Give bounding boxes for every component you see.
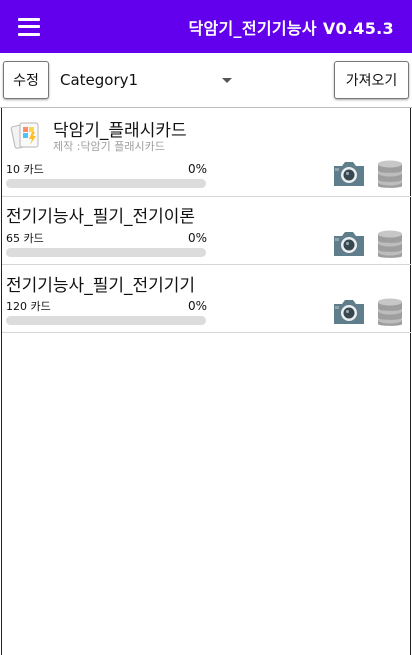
card-count: 10 카드 — [6, 163, 44, 176]
deck-author: 제작 :닥암기 플래시카드 — [53, 140, 165, 153]
deck-title: 전기기능사_필기_전기기기 — [6, 276, 196, 296]
app-bar: 닥암기_전기기능사 V0.45.3 — [0, 0, 412, 53]
progress-percent: 0% — [188, 162, 208, 176]
database-icon[interactable] — [377, 158, 403, 190]
camera-icon[interactable] — [332, 296, 366, 326]
progress-percent: 0% — [188, 299, 208, 313]
progress-percent: 0% — [188, 231, 208, 245]
edit-button[interactable]: 수정 — [3, 61, 49, 99]
deck-row[interactable]: 닥암기_플래시카드 제작 :닥암기 플래시카드 10 카드 0% — [2, 108, 411, 197]
card-count: 65 카드 — [6, 232, 44, 245]
deck-row[interactable]: 전기기능사_필기_전기기기 120 카드 0% — [2, 265, 411, 333]
database-icon[interactable] — [377, 228, 403, 260]
dropdown-arrow-icon[interactable] — [222, 78, 232, 83]
card-count: 120 카드 — [6, 300, 51, 313]
progress-bar — [6, 248, 206, 257]
database-icon[interactable] — [377, 296, 403, 328]
camera-icon[interactable] — [332, 158, 366, 188]
toolbar: 수정 Category1 가져오기 — [0, 53, 412, 108]
progress-bar — [6, 316, 206, 325]
import-button[interactable]: 가져오기 — [334, 61, 409, 99]
deck-title: 전기기능사_필기_전기이론 — [6, 207, 196, 227]
flashcard-deck-icon — [10, 122, 39, 149]
deck-list: 닥암기_플래시카드 제작 :닥암기 플래시카드 10 카드 0% 전기기능사_필… — [1, 108, 411, 655]
deck-row[interactable]: 전기기능사_필기_전기이론 65 카드 0% — [2, 197, 411, 265]
hamburger-menu-icon[interactable] — [18, 17, 40, 36]
app-title: 닥암기_전기기능사 V0.45.3 — [188, 18, 394, 38]
category-select[interactable]: Category1 — [60, 71, 138, 89]
progress-bar — [6, 179, 206, 188]
camera-icon[interactable] — [332, 228, 366, 258]
